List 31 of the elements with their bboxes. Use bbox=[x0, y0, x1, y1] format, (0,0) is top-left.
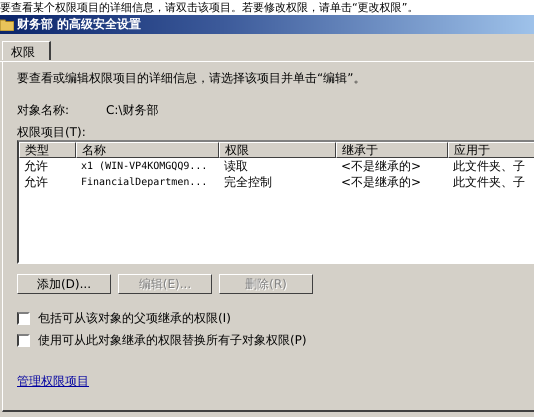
column-header[interactable]: 类型 bbox=[19, 142, 76, 158]
background-window-text: 要查看某个权限项目的详细信息，请双击该项目。若要修改权限，请单击“更改权限”。 bbox=[0, 1, 418, 14]
folder-icon bbox=[0, 18, 14, 31]
table-cell-text: 读取 bbox=[223, 158, 249, 174]
column-header[interactable]: 名称 bbox=[76, 142, 219, 158]
table-cell-text: FinancialDepartmen... bbox=[80, 176, 208, 188]
table-cell-text: 此文件夹、子 bbox=[452, 174, 526, 190]
table-cell-text: x1 (WIN-VP4KOMGQQ9... bbox=[80, 160, 208, 172]
description-text: 要查看或编辑权限项目的详细信息，请选择该项目并单击“编辑”。 bbox=[17, 70, 366, 86]
object-name-value: C:\财务部 bbox=[106, 102, 158, 118]
list-row[interactable]: 允许 x1 (WIN-VP4KOMGQQ9... 读取 <不是继承的> 此文件夹、子 bbox=[19, 158, 534, 174]
list-row[interactable]: 允许 FinancialDepartmen... 完全控制 <不是继承的> 此文件夹、子 bbox=[19, 174, 534, 190]
checkbox-label: 使用可从此对象继承的权限替换所有子对象权限(P) bbox=[38, 332, 307, 349]
table-cell-text: 允许 bbox=[23, 174, 49, 190]
column-header[interactable]: 应用于 bbox=[448, 142, 534, 158]
column-header[interactable]: 继承于 bbox=[336, 142, 448, 158]
table-cell-text: <不是继承的> bbox=[340, 174, 422, 190]
tab[interactable]: 权限 bbox=[2, 41, 51, 60]
window-title: 财务部 的高级安全设置 bbox=[17, 16, 142, 33]
list-label: 权限项目(T): bbox=[17, 124, 87, 140]
checkbox-label: 包括可从该对象的父项继承的权限(I) bbox=[38, 310, 231, 327]
manage-permissions-link[interactable]: 管理权限项目 bbox=[17, 373, 89, 390]
checkbox[interactable] bbox=[17, 334, 30, 347]
table-cell-text: <不是继承的> bbox=[340, 158, 422, 174]
table-cell-text: 允许 bbox=[23, 158, 49, 174]
column-header[interactable]: 权限 bbox=[219, 142, 336, 158]
table-cell-text: 此文件夹、子 bbox=[452, 158, 526, 174]
action-button[interactable]: 添加(D)... bbox=[17, 274, 111, 294]
object-name-label: 对象名称: bbox=[17, 102, 70, 118]
table-cell-text: 完全控制 bbox=[223, 174, 273, 190]
checkbox[interactable] bbox=[17, 312, 30, 325]
